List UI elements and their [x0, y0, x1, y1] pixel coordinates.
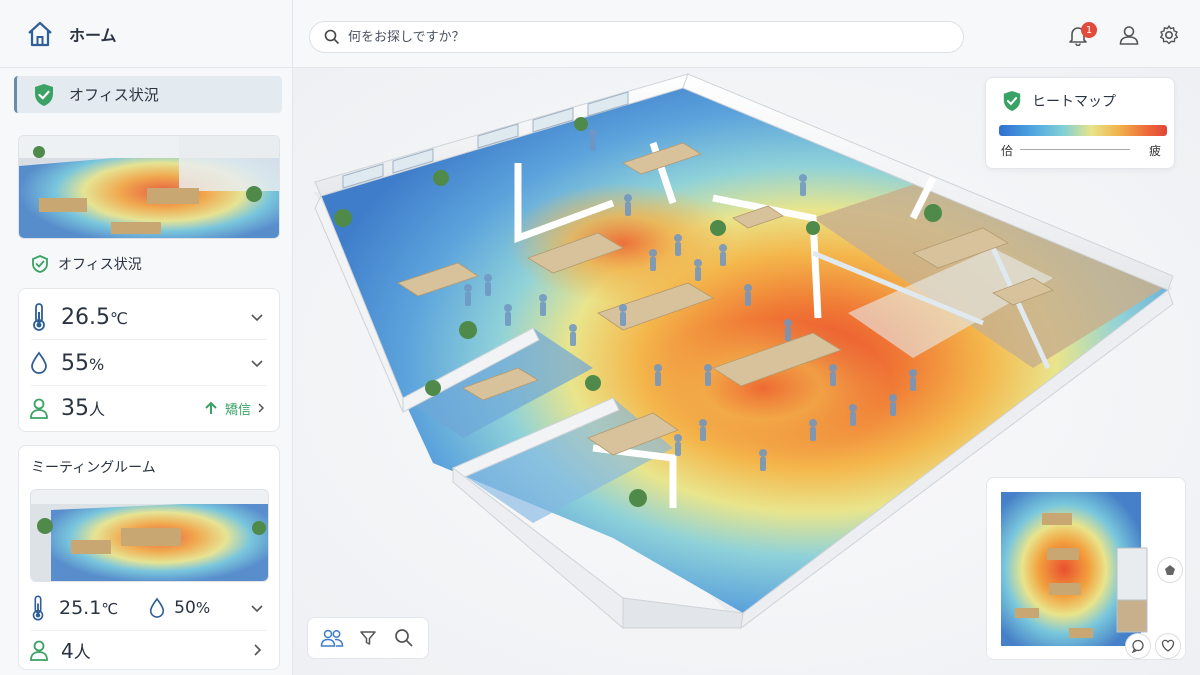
- legend-low-label: 佮: [1001, 144, 1014, 158]
- office-status-title: オフィス状況: [58, 257, 142, 273]
- humidity-value: 55%: [61, 350, 105, 376]
- sidebar-item-office-status[interactable]: オフィス状況: [14, 76, 282, 113]
- legend-title: ヒートマップ: [1032, 94, 1116, 110]
- meeting-room-occupancy: 4人: [61, 638, 91, 663]
- filter-button[interactable]: [356, 626, 380, 650]
- heat-hotspot-north: [508, 183, 738, 303]
- top-bar: 1: [293, 0, 1200, 68]
- occupancy-trend[interactable]: 矯信: [203, 399, 267, 418]
- home-label: ホーム: [69, 25, 117, 45]
- occupancy-row[interactable]: 35人 矯信: [19, 387, 279, 429]
- compass-icon: [1165, 565, 1175, 575]
- sidebar-item-label: オフィス状況: [69, 86, 159, 104]
- heat-hotspot-center: [633, 318, 893, 458]
- temperature-value: 26.5℃: [61, 304, 128, 330]
- heatmap-legend: ヒートマップ 佮 疲: [985, 77, 1175, 169]
- user-icon[interactable]: [1118, 24, 1140, 46]
- search-icon: [324, 29, 340, 45]
- droplet-icon: [31, 351, 47, 374]
- search-icon: [395, 629, 413, 647]
- heart-icon: [1161, 639, 1175, 652]
- humidity-row[interactable]: 55%: [19, 341, 279, 385]
- shield-check-icon: [32, 255, 48, 273]
- search-input[interactable]: [348, 29, 908, 45]
- meeting-room-occupancy-row[interactable]: 4人: [19, 632, 279, 668]
- thermometer-icon: [32, 595, 44, 621]
- occupancy-value: 35人: [61, 395, 106, 421]
- legend-high-label: 疲: [1149, 144, 1162, 158]
- legend-scale-line: [1020, 149, 1130, 150]
- chevron-down-icon[interactable]: [249, 600, 265, 616]
- shield-check-icon: [35, 83, 53, 106]
- chevron-down-icon[interactable]: [249, 355, 265, 371]
- chat-icon: [1131, 639, 1144, 653]
- meeting-room-title: ミーティングルーム: [31, 460, 156, 476]
- minimap[interactable]: [986, 477, 1186, 660]
- chevron-down-icon[interactable]: [249, 309, 265, 325]
- floor-plan-view[interactable]: ヒートマップ 佮 疲: [293, 68, 1200, 675]
- home-link[interactable]: ホーム: [0, 0, 293, 68]
- office-status-header: オフィス状況: [30, 254, 142, 274]
- office-heatmap-thumbnail[interactable]: [18, 135, 280, 239]
- office-thumbnail-image: [19, 136, 279, 238]
- compass-button[interactable]: [1157, 557, 1183, 583]
- notification-badge: 1: [1081, 22, 1097, 38]
- meeting-room-temperature: 25.1℃: [59, 597, 119, 619]
- person-icon: [30, 398, 48, 419]
- thermometer-icon: [33, 303, 45, 331]
- people-icon: [320, 629, 344, 647]
- meeting-room-humidity: 50%: [174, 598, 211, 618]
- view-toolbar: [307, 617, 429, 659]
- meeting-room-thumbnail-image: [31, 490, 268, 581]
- temperature-row[interactable]: 26.5℃: [19, 295, 279, 339]
- people-filter-button[interactable]: [320, 626, 344, 650]
- arrow-up-icon: [205, 401, 217, 414]
- shield-check-icon: [1003, 91, 1021, 111]
- meeting-room-climate-row[interactable]: 25.1℃ 50%: [19, 590, 279, 626]
- filter-icon: [360, 631, 376, 645]
- favorite-button[interactable]: [1155, 633, 1181, 659]
- search-bar[interactable]: [309, 21, 964, 53]
- person-icon: [30, 640, 48, 661]
- zoom-button[interactable]: [392, 626, 416, 650]
- meeting-room-heatmap-thumbnail[interactable]: [30, 489, 269, 582]
- chat-button[interactable]: [1125, 633, 1151, 659]
- sidebar: ホーム オフィス状況 オフィス状況 26.5℃ 55% 35人 矯信 ミーティン…: [0, 0, 293, 675]
- home-icon: [28, 21, 52, 46]
- droplet-icon: [150, 597, 165, 618]
- gear-icon[interactable]: [1158, 24, 1180, 46]
- chevron-right-icon[interactable]: [249, 642, 265, 658]
- office-metrics-card: 26.5℃ 55% 35人 矯信: [18, 288, 280, 432]
- chevron-right-icon: [258, 403, 265, 413]
- legend-color-scale: [999, 125, 1167, 136]
- meeting-room-card: ミーティングルーム 25.1℃ 50% 4人: [18, 445, 280, 670]
